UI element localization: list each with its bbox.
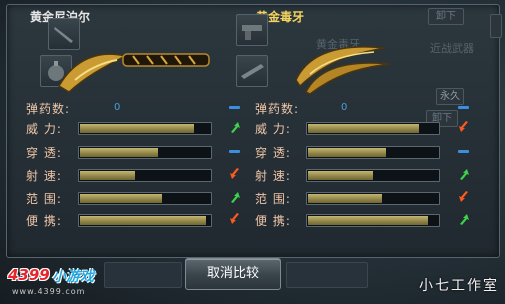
left-stat-label: 范 围: [26, 192, 62, 206]
tab-bg[interactable] [104, 262, 182, 288]
right-stat-bar [306, 214, 440, 227]
left-stat-label: 威 力: [26, 122, 62, 136]
logo-4399: 4399 [8, 266, 50, 284]
cancel-compare-button[interactable]: 取消比较 [185, 258, 281, 290]
left-stat-label: 射 速: [26, 169, 62, 183]
right-stat-label: 便 携: [255, 214, 291, 228]
left-stat-up-arrow-icon [231, 192, 240, 203]
left-stat-label: 便 携: [26, 214, 62, 228]
right-stat-down-arrow-icon [459, 191, 468, 202]
left-stat-bar [78, 214, 212, 227]
left-stat-bar [78, 192, 212, 205]
left-stat-dash-icon [229, 150, 240, 153]
right-stat-bar-fill [308, 171, 373, 180]
rifle-icon [241, 64, 264, 79]
left-stat-up-arrow-icon [231, 122, 240, 133]
unload-button-bg: 卸下 [428, 8, 464, 25]
left-stat-dash-icon [229, 106, 240, 109]
permanent-badge-bg: 永久 [436, 88, 464, 105]
left-stat-bar [78, 146, 212, 159]
right-stat-label: 威 力: [255, 122, 291, 136]
right-stat-bar-fill [308, 124, 419, 133]
left-stat-bar [78, 169, 212, 182]
logo-text: 小游戏 [52, 269, 94, 285]
right-stat-dash-icon [458, 106, 469, 109]
right-stat-label: 范 围: [255, 192, 291, 206]
left-ammo-value: 0 [114, 102, 121, 113]
left-stat-bar-fill [80, 171, 135, 180]
right-stat-up-arrow-icon [460, 214, 469, 225]
logo-url: www.4399.com [12, 287, 86, 296]
watermark: 小七工作室 [419, 278, 499, 294]
right-stat-bar-fill [308, 216, 428, 225]
melee-label-bg: 近战武器 [430, 42, 474, 55]
right-stat-bar [306, 146, 440, 159]
left-stat-label: 弹药数: [26, 102, 71, 116]
left-stat-bar-fill [80, 124, 194, 133]
right-stat-down-arrow-icon [459, 121, 468, 132]
right-weapon-slot-icon-2[interactable] [236, 55, 268, 87]
right-ammo-value: 0 [341, 102, 348, 113]
right-stat-up-arrow-icon [460, 169, 469, 180]
left-stat-bar-fill [80, 216, 206, 225]
left-stat-bar-fill [80, 148, 158, 157]
right-stat-label: 射 速: [255, 169, 291, 183]
right-stat-bar [306, 169, 440, 182]
tab-bg-2[interactable] [286, 262, 368, 288]
left-stat-label: 穿 透: [26, 146, 62, 160]
right-stat-bar-fill [308, 194, 382, 203]
scroll-handle[interactable] [490, 14, 502, 38]
right-weapon-slot-icon[interactable] [236, 14, 268, 46]
right-stat-bar [306, 122, 440, 135]
right-weapon-image [295, 46, 391, 95]
right-stat-bar [306, 192, 440, 205]
left-weapon-image [57, 53, 210, 93]
right-stat-dash-icon [458, 150, 469, 153]
left-stat-down-arrow-icon [230, 168, 239, 179]
left-stat-bar [78, 122, 212, 135]
left-stat-bar-fill [80, 194, 162, 203]
left-stat-down-arrow-icon [230, 213, 239, 224]
right-stat-bar-fill [308, 148, 386, 157]
pistol-icon [242, 25, 262, 40]
right-stat-label: 穿 透: [255, 146, 291, 160]
right-stat-label: 弹药数: [255, 102, 300, 116]
